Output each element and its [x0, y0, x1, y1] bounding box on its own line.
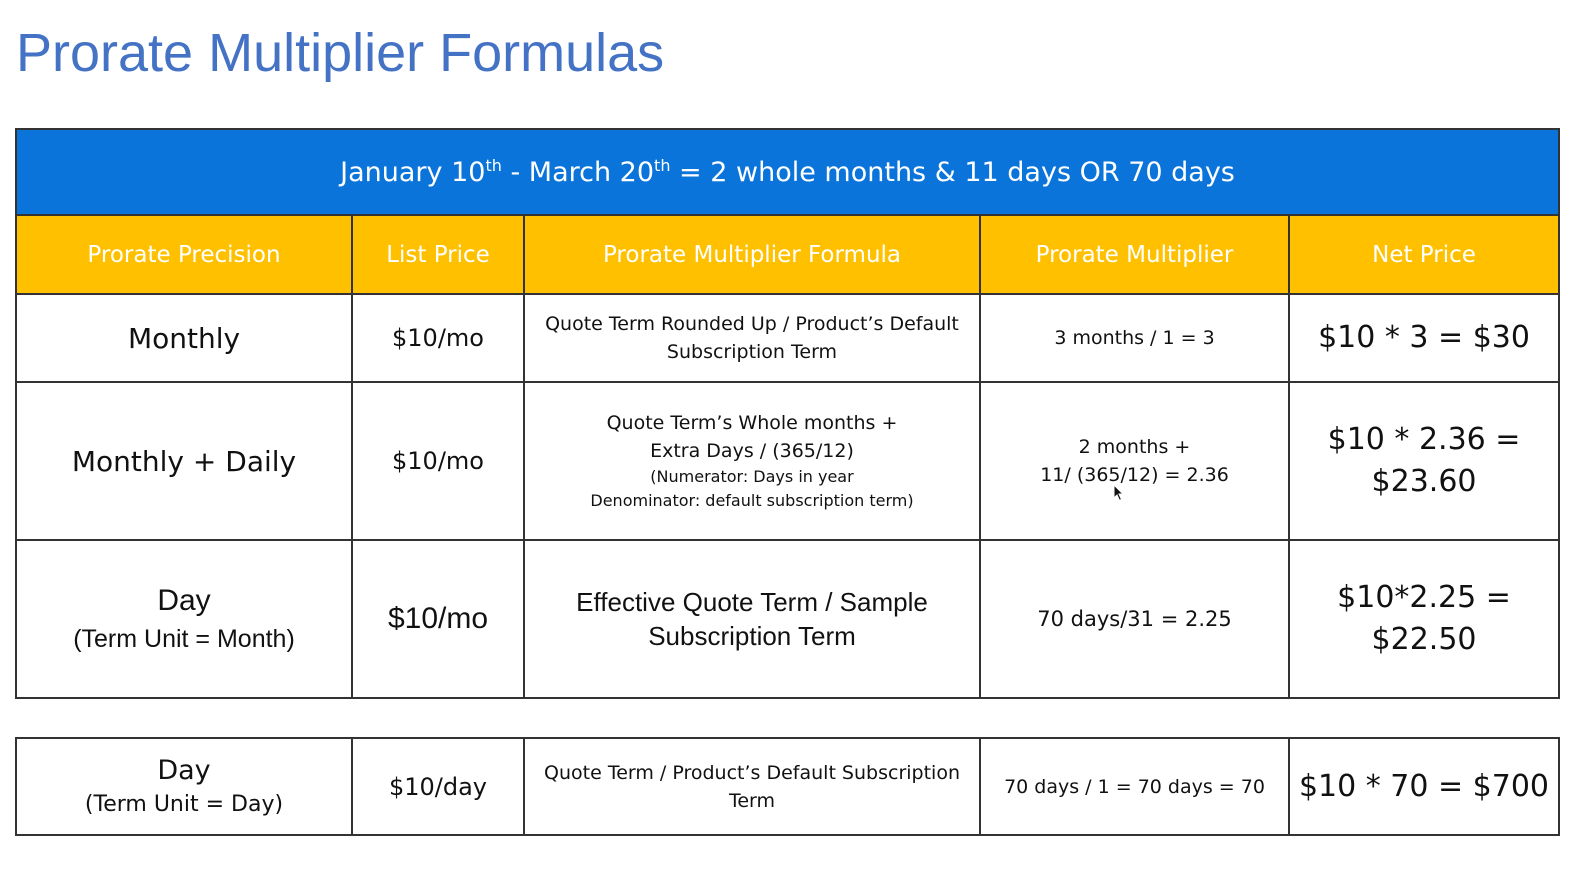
formula-line: Effective Quote Term / Sample	[576, 587, 928, 617]
precision-label: Monthly + Daily	[71, 444, 297, 478]
prorate-table: January 10th - March 20th = 2 whole mont…	[14, 128, 1561, 699]
header-formula: Prorate Multiplier Formula	[523, 214, 981, 295]
banner-start-sup: th	[485, 156, 502, 175]
multiplier-cell: 70 days / 1 = 70 days = 70	[979, 737, 1290, 836]
date-range-banner: January 10th - March 20th = 2 whole mont…	[14, 128, 1561, 216]
precision-cell: Day (Term Unit = Month)	[15, 539, 353, 699]
header-net-price: Net Price	[1287, 214, 1561, 295]
net-line: $10 * 2.36 =	[1327, 422, 1521, 457]
formula-note: (Numerator: Days in year	[650, 467, 854, 486]
list-price-cell: $10/day	[351, 737, 525, 836]
precision-cell: Monthly	[15, 293, 353, 383]
net-price-cell: $10*2.25 = $22.50	[1287, 539, 1561, 699]
table-row: Day (Term Unit = Day) $10/day Quote Term…	[15, 737, 1560, 836]
page-title: Prorate Multiplier Formulas	[16, 23, 665, 83]
header-list-price: List Price	[351, 214, 525, 295]
multiplier-cell: 2 months + 11/ (365/12) = 2.36	[979, 381, 1290, 541]
net-line: $23.60	[1371, 464, 1477, 499]
formula-line: Extra Days / (365/12)	[650, 440, 854, 462]
precision-sub: (Term Unit = Month)	[73, 625, 295, 653]
formula-cell: Quote Term’s Whole months + Extra Days /…	[523, 381, 981, 541]
net-line: $10*2.25 =	[1337, 580, 1511, 615]
list-price-cell: $10/mo	[351, 293, 525, 383]
formula-line: Quote Term Rounded Up / Product’s Defaul…	[545, 313, 959, 335]
formula-cell: Quote Term Rounded Up / Product’s Defaul…	[523, 293, 981, 383]
header-prorate-precision: Prorate Precision	[15, 214, 353, 295]
banner-separator: -	[501, 157, 529, 188]
formula-line: Quote Term’s Whole months +	[606, 412, 898, 434]
precision-sub: (Term Unit = Day)	[84, 791, 284, 817]
net-price-cell: $10 * 2.36 = $23.60	[1287, 381, 1561, 541]
table-row: Monthly + Daily $10/mo Quote Term’s Whol…	[15, 381, 1561, 541]
banner-rest: = 2 whole months & 11 days OR 70 days	[670, 157, 1235, 188]
table-row: Monthly $10/mo Quote Term Rounded Up / P…	[15, 293, 1561, 383]
header-multiplier: Prorate Multiplier	[979, 214, 1290, 295]
banner-end: March 20	[528, 157, 655, 188]
formula-line: Term	[728, 789, 776, 812]
precision-label: Day	[157, 754, 211, 786]
header-row: Prorate Precision List Price Prorate Mul…	[15, 214, 1561, 295]
formula-note: Denominator: default subscription term)	[590, 491, 914, 510]
prorate-table-day: Day (Term Unit = Day) $10/day Quote Term…	[15, 737, 1560, 836]
precision-label: Day	[157, 584, 211, 617]
precision-label: Monthly	[127, 321, 241, 355]
multiplier-line: 2 months +	[1078, 436, 1191, 458]
formula-cell: Effective Quote Term / Sample Subscripti…	[523, 539, 981, 699]
formula-line: Quote Term / Product’s Default Subscript…	[544, 761, 960, 784]
banner-end-sup: th	[654, 156, 671, 175]
net-line: $22.50	[1371, 622, 1477, 657]
multiplier-cell: 70 days/31 = 2.25	[979, 539, 1290, 699]
list-price-cell: $10/mo	[351, 539, 525, 699]
banner-start: January 10	[340, 157, 486, 188]
multiplier-line: 11/ (365/12) = 2.36	[1040, 464, 1229, 486]
table-row: Day (Term Unit = Month) $10/mo Effective…	[15, 539, 1561, 699]
net-price-cell: $10 * 70 = $700	[1288, 737, 1560, 836]
mouse-cursor-icon	[1113, 484, 1125, 502]
formula-cell: Quote Term / Product’s Default Subscript…	[523, 737, 981, 836]
precision-cell: Monthly + Daily	[15, 381, 353, 541]
formula-line: Subscription Term	[666, 341, 838, 363]
formula-line: Subscription Term	[648, 621, 856, 651]
precision-cell: Day (Term Unit = Day)	[15, 737, 353, 836]
multiplier-cell: 3 months / 1 = 3	[979, 293, 1290, 383]
list-price-cell: $10/mo	[351, 381, 525, 541]
net-price-cell: $10 * 3 = $30	[1287, 293, 1561, 383]
